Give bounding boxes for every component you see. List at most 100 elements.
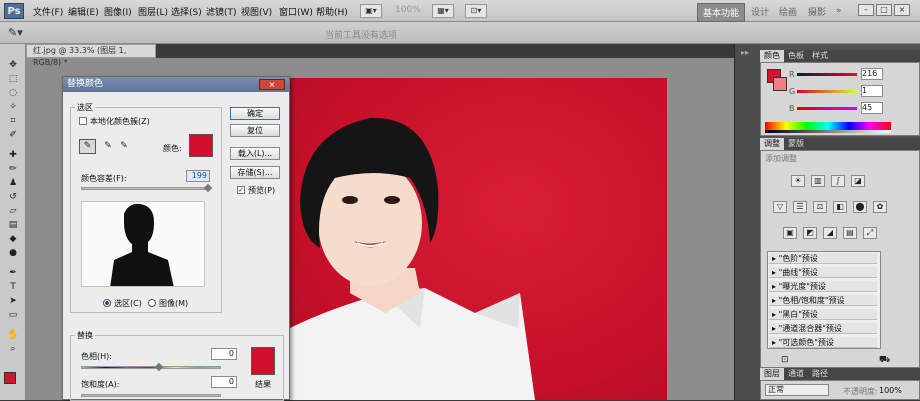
preset-channel-mixer[interactable]: ▸ "通道混合器"预设	[769, 323, 877, 334]
adjust-footer-icon[interactable]: ⛟	[879, 355, 890, 366]
levels-icon[interactable]: ▥	[811, 175, 825, 187]
dialog-close-button[interactable]: ×	[259, 79, 285, 90]
channel-mixer-icon[interactable]: ✿	[873, 201, 887, 213]
preset-hue-saturation[interactable]: ▸ "色相/饱和度"预设	[769, 295, 877, 306]
tab-styles[interactable]: 样式	[808, 50, 832, 62]
screen-button[interactable]: ⊡▾	[465, 4, 487, 18]
document-tab[interactable]: 红.jpg @ 33.3% (图层 1, RGB/8) *	[26, 44, 156, 67]
more-workspaces-icon[interactable]: »	[836, 6, 842, 16]
hue-saturation-icon[interactable]: ☰	[793, 201, 807, 213]
tab-channels[interactable]: 通道	[784, 368, 808, 380]
g-slider[interactable]	[797, 90, 857, 93]
menu-image[interactable]: 图像(I)	[104, 5, 132, 18]
gradient-map-icon[interactable]: ▤	[843, 227, 857, 239]
hue-slider[interactable]	[81, 366, 221, 369]
posterize-icon[interactable]: ◩	[803, 227, 817, 239]
menu-file[interactable]: 文件(F)	[33, 5, 63, 18]
vibrance-icon[interactable]: ▽	[773, 201, 787, 213]
workspace-photo[interactable]: 摄影	[808, 5, 826, 18]
lasso-tool-icon[interactable]: ◌	[6, 88, 20, 99]
radio-image[interactable]	[148, 299, 156, 307]
fuzziness-input[interactable]: 199	[186, 170, 210, 182]
quick-select-tool-icon[interactable]: ✧	[6, 102, 20, 113]
eyedropper-icon[interactable]: ✎	[79, 139, 96, 154]
workspace-basic[interactable]: 基本功能	[697, 3, 746, 22]
screen-mode-button[interactable]: ▣▾	[360, 4, 382, 18]
menu-window[interactable]: 窗口(W)	[279, 5, 313, 18]
foreground-color-swatch[interactable]	[4, 372, 16, 384]
fuzziness-slider[interactable]	[81, 187, 209, 190]
b-slider[interactable]	[797, 107, 857, 110]
hand-tool-icon[interactable]: ✋	[6, 330, 20, 341]
menu-filter[interactable]: 滤镜(T)	[206, 5, 237, 18]
type-tool-icon[interactable]: T	[6, 282, 20, 293]
selection-color-swatch[interactable]	[189, 134, 213, 157]
arrange-button[interactable]: ▦▾	[432, 4, 454, 18]
background-color-chip[interactable]	[773, 77, 787, 91]
stamp-tool-icon[interactable]: ♟	[6, 178, 20, 189]
color-balance-icon[interactable]: ⚖	[813, 201, 827, 213]
workspace-paint[interactable]: 绘画	[779, 5, 797, 18]
healing-tool-icon[interactable]: ✚	[6, 150, 20, 161]
load-button[interactable]: 载入(L)...	[230, 147, 280, 160]
hue-input[interactable]: 0	[211, 348, 237, 360]
blend-mode-select[interactable]: 正常	[765, 384, 829, 396]
opacity-value[interactable]: 100%	[879, 386, 902, 395]
gradient-tool-icon[interactable]: ▤	[6, 220, 20, 231]
eyedropper-minus-icon[interactable]: ✎	[117, 139, 131, 154]
tab-adjustments[interactable]: 调整	[760, 138, 784, 150]
save-button[interactable]: 存储(S)...	[230, 166, 280, 179]
menu-view[interactable]: 视图(V)	[241, 5, 272, 18]
menu-edit[interactable]: 编辑(E)	[68, 5, 99, 18]
r-slider[interactable]	[797, 73, 857, 76]
selective-color-icon[interactable]: ⤢	[863, 227, 877, 239]
preset-levels[interactable]: ▸ "色阶"预设	[769, 253, 877, 264]
exposure-icon[interactable]: ◪	[851, 175, 865, 187]
tab-layers[interactable]: 图层	[760, 368, 784, 380]
zoom-tool-icon[interactable]: ⌕	[6, 344, 20, 355]
maximize-button[interactable]: □	[876, 4, 892, 16]
tab-paths[interactable]: 路径	[808, 368, 832, 380]
preview-checkbox[interactable]: ✓	[237, 186, 245, 194]
menu-layer[interactable]: 图层(L)	[138, 5, 168, 18]
grayscale-bar[interactable]	[765, 130, 891, 133]
tab-masks[interactable]: 蒙版	[784, 138, 808, 150]
tab-color[interactable]: 颜色	[760, 50, 784, 62]
menu-select[interactable]: 选择(S)	[171, 5, 202, 18]
pen-tool-icon[interactable]: ✒	[6, 268, 20, 279]
brush-tool-icon[interactable]: ✏	[6, 164, 20, 175]
eyedropper-plus-icon[interactable]: ✎	[101, 139, 115, 154]
minimize-button[interactable]: –	[858, 4, 874, 16]
preset-exposure[interactable]: ▸ "曝光度"预设	[769, 281, 877, 292]
shape-tool-icon[interactable]: ▭	[6, 310, 20, 321]
eraser-tool-icon[interactable]: ▱	[6, 206, 20, 217]
curves-icon[interactable]: ∫	[831, 175, 845, 187]
brightness-icon[interactable]: ☀	[791, 175, 805, 187]
black-white-icon[interactable]: ◧	[833, 201, 847, 213]
r-input[interactable]: 216	[861, 68, 883, 80]
eyedropper-tool-icon[interactable]: ✐	[6, 130, 20, 141]
workspace-design[interactable]: 设计	[751, 5, 769, 18]
menu-help[interactable]: 帮助(H)	[316, 5, 348, 18]
ok-button[interactable]: 确定	[230, 107, 280, 120]
b-input[interactable]: 45	[861, 102, 883, 114]
preset-selective-color[interactable]: ▸ "可选颜色"预设	[769, 337, 877, 348]
localized-clusters-checkbox[interactable]	[79, 117, 87, 125]
preset-curves[interactable]: ▸ "曲线"预设	[769, 267, 877, 278]
clip-icon[interactable]: ⊡	[781, 355, 789, 365]
zoom-level[interactable]: 100%	[395, 5, 421, 15]
blur-tool-icon[interactable]: ◆	[6, 234, 20, 245]
marquee-tool-icon[interactable]: ⬚	[6, 74, 20, 85]
selection-preview[interactable]	[81, 201, 205, 287]
eyedropper-icon[interactable]: ✎▾	[8, 26, 23, 39]
saturation-input[interactable]: 0	[211, 376, 237, 388]
document-photo[interactable]	[290, 78, 667, 400]
radio-selection[interactable]	[103, 299, 111, 307]
photo-filter-icon[interactable]: ⬤	[853, 201, 867, 213]
move-tool-icon[interactable]: ✥	[6, 60, 20, 71]
close-button[interactable]: ×	[894, 4, 910, 16]
g-input[interactable]: 1	[861, 85, 883, 97]
threshold-icon[interactable]: ◢	[823, 227, 837, 239]
tab-swatches[interactable]: 色板	[784, 50, 808, 62]
preset-black-white[interactable]: ▸ "黑白"预设	[769, 309, 877, 320]
